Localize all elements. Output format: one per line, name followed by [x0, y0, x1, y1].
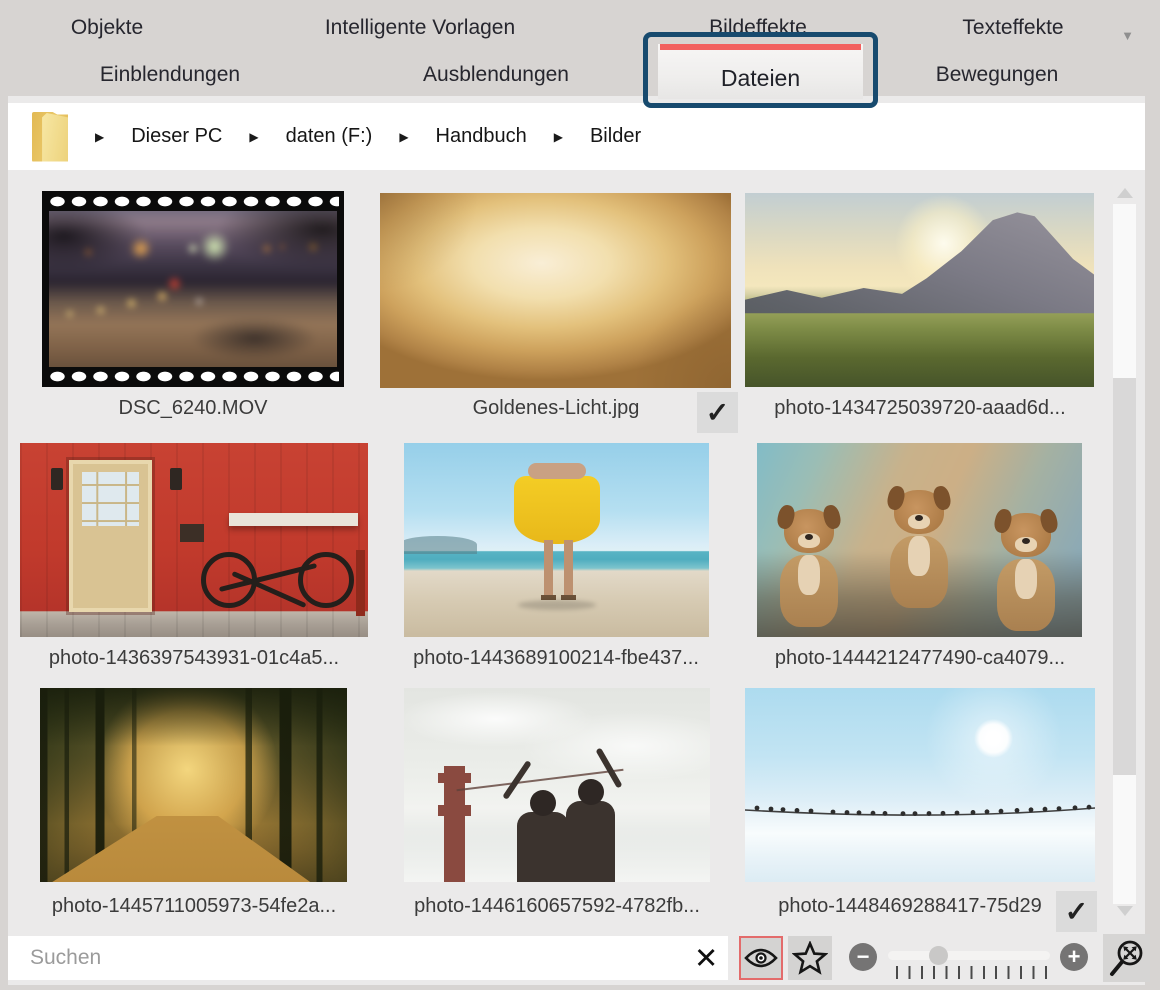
bridge-tower: [444, 766, 465, 882]
chevron-down-icon[interactable]: ▼: [1121, 28, 1134, 43]
file-thumbnail-birds-on-wire[interactable]: [745, 688, 1095, 882]
tab-einblendungen[interactable]: Einblendungen: [100, 63, 240, 87]
pipe: [356, 550, 365, 616]
bicycle-wheel: [298, 552, 354, 608]
filmstrip-perforations: [47, 370, 339, 383]
file-thumbnail-mountain[interactable]: [745, 193, 1094, 387]
tab-intelligente-vorlagen[interactable]: Intelligente Vorlagen: [325, 16, 515, 40]
tab-texteffekte[interactable]: Texteffekte: [962, 16, 1063, 40]
yellow-dress-figure: [514, 476, 600, 544]
breadcrumb-item-handbuch[interactable]: Handbuch: [436, 125, 527, 148]
favorites-filter-button[interactable]: [788, 936, 832, 980]
puppy: [887, 490, 951, 608]
figure-shadow: [518, 600, 596, 610]
file-label: photo-1436397543931-01c4a5...: [14, 647, 374, 670]
tab-bewegungen[interactable]: Bewegungen: [936, 63, 1059, 87]
breadcrumb: ▶ Dieser PC ▶ daten (F:) ▶ Handbuch ▶ Bi…: [8, 103, 1145, 170]
tab-dateien-label: Dateien: [658, 58, 863, 99]
star-icon: [792, 941, 828, 975]
thumbnail-size-slider-track[interactable]: [888, 951, 1050, 960]
mailbox: [180, 524, 204, 541]
scrollbar-thumb[interactable]: [1113, 378, 1136, 775]
file-label: photo-1434725039720-aaad6d...: [740, 397, 1100, 420]
scrollbar-down-arrow-icon[interactable]: [1117, 906, 1133, 916]
scrollbar-up-arrow-icon[interactable]: [1117, 188, 1133, 198]
breadcrumb-item-dieser-pc[interactable]: Dieser PC: [131, 125, 222, 148]
zoom-fit-button[interactable]: [1103, 934, 1150, 982]
file-thumbnail-goldenes-licht[interactable]: [380, 193, 731, 388]
person-silhouette: [517, 812, 569, 882]
figure-leg: [564, 540, 573, 596]
chevron-right-icon: ▶: [554, 130, 563, 144]
distant-hill: [404, 536, 477, 553]
file-label: photo-1448469288417-75d29: [730, 895, 1090, 918]
slider-tick-marks: [896, 966, 1048, 979]
selected-check-badge: ✓: [697, 392, 738, 433]
file-label: photo-1443689100214-fbe437...: [376, 647, 736, 670]
file-thumbnail-red-wall[interactable]: [20, 443, 368, 637]
file-label: Goldenes-Licht.jpg: [376, 397, 736, 420]
selected-check-badge: ✓: [1056, 891, 1097, 932]
wall-lamp: [170, 468, 182, 489]
zoom-out-button[interactable]: −: [849, 943, 877, 971]
birds-on-wire-graphic: [745, 688, 1095, 882]
puppy: [777, 509, 841, 627]
door: [69, 460, 153, 611]
filmstrip-perforations: [47, 195, 339, 208]
file-thumbnail-golden-gate[interactable]: [404, 688, 710, 882]
file-thumbnail-dsc-6240[interactable]: [42, 191, 344, 387]
tab-objekte[interactable]: Objekte: [71, 16, 143, 40]
chevron-right-icon: ▶: [399, 130, 408, 144]
bicycle-wheel: [201, 552, 257, 608]
figure-leg: [544, 540, 553, 596]
search-input[interactable]: [8, 936, 728, 980]
file-browser-panel: Objekte Intelligente Vorlagen Bildeffekt…: [0, 0, 1160, 990]
file-label: photo-1445711005973-54fe2a...: [14, 895, 374, 918]
tab-dateien-highlight-box: Dateien: [643, 32, 878, 108]
clear-search-icon[interactable]: ✕: [694, 941, 718, 976]
white-plank: [229, 513, 358, 527]
video-preview: [49, 211, 337, 367]
tab-dateien[interactable]: Dateien: [658, 44, 863, 99]
person-silhouette: [566, 801, 615, 882]
file-thumbnail-beach[interactable]: [404, 443, 709, 637]
file-thumbnail-puppies[interactable]: [757, 443, 1082, 637]
file-label: photo-1446160657592-4782fb...: [377, 895, 737, 918]
chevron-right-icon: ▶: [95, 130, 104, 144]
puppy: [994, 513, 1058, 631]
wall-lamp: [51, 468, 63, 489]
zoom-in-button[interactable]: +: [1060, 943, 1088, 971]
active-tab-accent-bar: [660, 44, 861, 50]
thumbnail-size-slider-handle[interactable]: [929, 946, 948, 965]
folder-icon[interactable]: [32, 112, 68, 162]
tab-ausblendungen[interactable]: Ausblendungen: [423, 63, 569, 87]
breadcrumb-item-bilder[interactable]: Bilder: [590, 125, 641, 148]
file-label: photo-1444212477490-ca4079...: [740, 647, 1100, 670]
magnifier-expand-icon: [1108, 938, 1146, 978]
file-thumbnail-forest[interactable]: [40, 688, 347, 882]
chevron-right-icon: ▶: [249, 130, 258, 144]
eye-filter-button[interactable]: [739, 936, 783, 980]
breadcrumb-item-daten-f[interactable]: daten (F:): [286, 125, 373, 148]
file-label: DSC_6240.MOV: [13, 397, 373, 420]
eye-icon: [744, 947, 778, 969]
